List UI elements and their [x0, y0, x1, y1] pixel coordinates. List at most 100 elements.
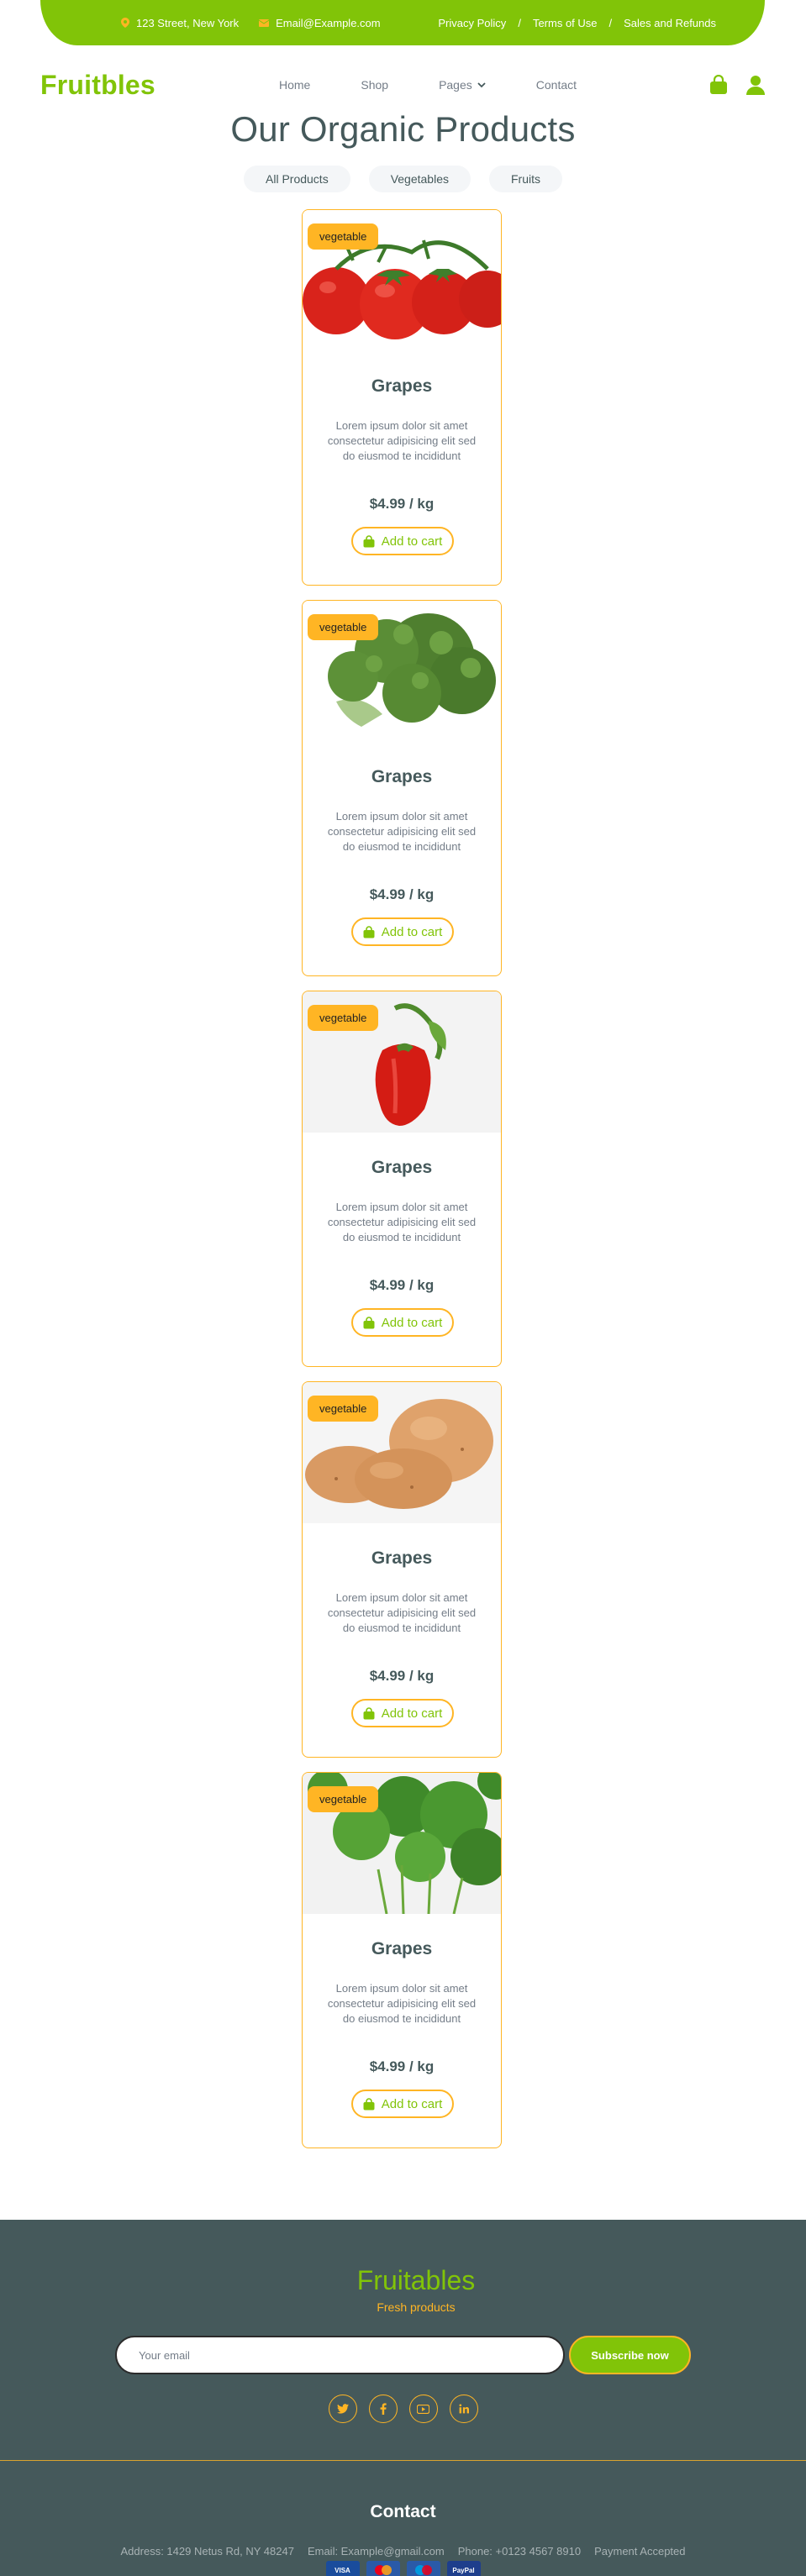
product-card[interactable]: vegetable Grapes Lorem ipsum dolor sit a…: [302, 600, 502, 976]
product-price: $4.99 / kg: [369, 496, 435, 512]
payment-accepted-label: Payment Accepted: [594, 2545, 686, 2558]
product-description: Lorem ipsum dolor sit amet consectetur a…: [327, 1982, 477, 2025]
add-to-cart-label: Add to cart: [381, 534, 443, 549]
add-to-cart-button[interactable]: Add to cart: [351, 1308, 454, 1337]
footer-divider: [0, 2460, 806, 2461]
product-description: Lorem ipsum dolor sit amet consectetur a…: [327, 810, 477, 853]
add-to-cart-button[interactable]: Add to cart: [351, 2090, 454, 2118]
top-bar: 123 Street, New York Email@Example.com P…: [40, 0, 765, 45]
contact-info: Address: 1429 Netus Rd, NY 48247 Email: …: [0, 2545, 806, 2558]
nav-contact-label: Contact: [535, 78, 577, 92]
nav-icons: [709, 75, 765, 95]
nav-home[interactable]: Home: [279, 78, 310, 92]
category-badge: vegetable: [308, 223, 379, 250]
nav-shop[interactable]: Shop: [361, 78, 388, 92]
twitter-icon: [336, 2404, 349, 2414]
user-icon[interactable]: [746, 75, 765, 95]
tab-fruits[interactable]: Fruits: [489, 166, 562, 192]
category-badge: vegetable: [308, 1005, 379, 1031]
map-marker-icon: [121, 18, 129, 28]
separator: /: [518, 16, 521, 29]
envelope-icon: [259, 18, 270, 27]
paypal-icon: PayPal: [446, 2561, 481, 2576]
shopping-bag-icon[interactable]: [709, 75, 728, 95]
footer-tagline: Fresh products: [377, 2300, 456, 2314]
chevron-down-icon: [477, 81, 486, 87]
facebook-icon: [380, 2403, 387, 2415]
product-title[interactable]: Grapes: [303, 1548, 501, 1569]
shopping-bag-icon: [363, 534, 375, 547]
product-title[interactable]: Grapes: [303, 767, 501, 787]
product-description: Lorem ipsum dolor sit amet consectetur a…: [327, 1591, 477, 1634]
linkedin-link[interactable]: [449, 2395, 478, 2423]
nav-pages[interactable]: Pages: [439, 78, 486, 92]
product-title[interactable]: Grapes: [303, 376, 501, 397]
product-price: $4.99 / kg: [369, 886, 435, 902]
top-bar-contact: 123 Street, New York Email@Example.com: [121, 17, 392, 29]
tab-vegetables[interactable]: Vegetables: [368, 166, 471, 192]
privacy-policy-link[interactable]: Privacy Policy: [438, 17, 506, 29]
category-badge: vegetable: [308, 1786, 379, 1812]
linkedin-icon: [458, 2404, 469, 2414]
category-badge: vegetable: [308, 614, 379, 640]
email-text: Email@Example.com: [276, 16, 381, 29]
newsletter-email-input[interactable]: Your email: [115, 2336, 565, 2374]
product-title[interactable]: Grapes: [303, 1158, 501, 1178]
social-links: [0, 2395, 806, 2423]
subscribe-button[interactable]: Subscribe now: [569, 2336, 691, 2374]
add-to-cart-button[interactable]: Add to cart: [351, 1699, 454, 1727]
contact-title: Contact: [370, 2502, 436, 2521]
nav-pages-label: Pages: [439, 78, 472, 92]
navbar: Fruitbles Home Shop Pages Contact: [40, 67, 765, 103]
shopping-bag-icon: [363, 925, 375, 938]
twitter-link[interactable]: [328, 2395, 357, 2423]
sales-refunds-link[interactable]: Sales and Refunds: [624, 17, 716, 29]
add-to-cart-label: Add to cart: [381, 1706, 443, 1721]
add-to-cart-label: Add to cart: [381, 2096, 443, 2111]
footer-brand[interactable]: Fruitables: [0, 2265, 806, 2296]
nav-shop-label: Shop: [361, 78, 389, 92]
product-card[interactable]: vegetable Grapes Lorem ipsum dolor sit a…: [302, 209, 502, 586]
product-card[interactable]: vegetable Grapes Lorem ipsum dolor sit a…: [302, 1772, 502, 2148]
product-filter-tabs: All Products Vegetables Fruits: [0, 166, 806, 192]
shopping-bag-icon: [363, 1316, 375, 1328]
mastercard-icon: [366, 2561, 400, 2576]
add-to-cart-label: Add to cart: [381, 1315, 443, 1330]
brand-logo[interactable]: Fruitbles: [40, 70, 155, 101]
top-bar-address: 123 Street, New York: [121, 17, 239, 29]
youtube-link[interactable]: [408, 2395, 438, 2423]
nav-links: Home Shop Pages Contact: [279, 78, 627, 92]
add-to-cart-button[interactable]: Add to cart: [351, 917, 454, 946]
shopping-bag-icon: [363, 2097, 375, 2110]
product-price: $4.99 / kg: [369, 1277, 435, 1293]
product-title[interactable]: Grapes: [303, 1939, 501, 1959]
product-price: $4.99 / kg: [369, 2058, 435, 2074]
contact-email[interactable]: Email: Example@gmail.com: [308, 2545, 445, 2558]
top-bar-email: Email@Example.com: [259, 16, 381, 29]
facebook-link[interactable]: [368, 2395, 398, 2423]
visa-icon: VISA: [325, 2561, 360, 2576]
terms-of-use-link[interactable]: Terms of Use: [533, 17, 598, 29]
contact-phone[interactable]: Phone: +0123 4567 8910: [458, 2545, 581, 2558]
contact-address: Address: 1429 Netus Rd, NY 48247: [120, 2545, 294, 2558]
product-card[interactable]: vegetable Grapes Lorem ipsum dolor sit a…: [302, 1381, 502, 1758]
page-title: Our Organic Products: [230, 109, 576, 149]
tab-all-products[interactable]: All Products: [244, 166, 350, 192]
product-description: Lorem ipsum dolor sit amet consectetur a…: [327, 419, 477, 462]
nav-home-label: Home: [279, 78, 311, 92]
shopping-bag-icon: [363, 1706, 375, 1719]
youtube-icon: [417, 2404, 429, 2414]
product-card[interactable]: vegetable Grapes Lorem ipsum dolor sit a…: [302, 991, 502, 1367]
maestro-icon: [406, 2561, 440, 2576]
add-to-cart-label: Add to cart: [381, 924, 443, 939]
add-to-cart-button[interactable]: Add to cart: [351, 527, 454, 555]
separator: /: [608, 16, 613, 29]
top-bar-links: Privacy Policy / Terms of Use / Sales an…: [438, 17, 716, 29]
product-price: $4.99 / kg: [369, 1668, 435, 1684]
nav-contact[interactable]: Contact: [536, 78, 577, 92]
address-text: 123 Street, New York: [136, 16, 240, 29]
footer: Fruitables Fresh products Your email Sub…: [0, 2220, 806, 2576]
payment-methods: VISA PayPal: [0, 2561, 806, 2576]
product-description: Lorem ipsum dolor sit amet consectetur a…: [327, 1201, 477, 1243]
category-badge: vegetable: [308, 1396, 379, 1422]
